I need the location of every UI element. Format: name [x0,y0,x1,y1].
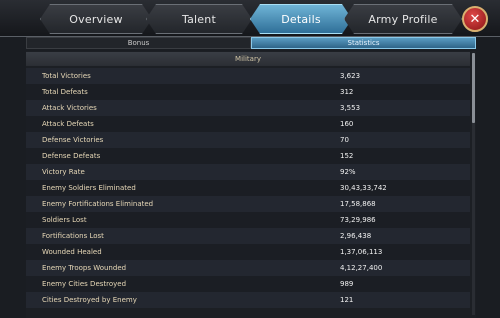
stat-label: Fortifications Lost [42,232,104,240]
section-header-military: Military [26,52,470,66]
stat-label: Attack Defeats [42,120,94,128]
stat-value: 3,553 [340,104,361,112]
stat-label: Enemy Troops Wounded [42,264,127,272]
stat-label: Attack Victories [42,104,97,112]
stat-value: 152 [340,152,354,160]
stat-label: Enemy Fortifications Eliminated [42,200,154,208]
stat-value: 3,623 [340,72,361,80]
corner-ornament [0,0,40,36]
tab-details[interactable]: Details [250,4,352,34]
stat-row: Soldiers Lost 73,29,986 [26,212,470,228]
stat-row: Enemy Fortifications Eliminated 17,58,868 [26,196,470,212]
stat-value: 121 [340,296,354,304]
stat-label: Victory Rate [42,168,85,176]
stat-value: 2,96,438 [340,232,372,240]
stat-row: Fortifications Lost 2,96,438 [26,228,470,244]
stat-value: 160 [340,120,354,128]
stat-value: 989 [340,280,354,288]
stat-row: Enemy Soldiers Eliminated 30,43,33,742 [26,180,470,196]
stat-label: Defense Victories [42,136,104,144]
tab-overview[interactable]: Overview [40,4,152,34]
stat-label: Defense Defeats [42,152,101,160]
stat-row: Enemy Troops Wounded 4,12,27,400 [26,260,470,276]
subtab-statistics[interactable]: Statistics [251,37,476,49]
stat-label: Wounded Healed [42,248,102,256]
stat-row: Defense Victories 70 [26,132,470,148]
scrollbar[interactable] [472,53,475,315]
stat-label: Enemy Soldiers Eliminated [42,184,136,192]
stat-label: Cities Destroyed by Enemy [42,296,137,304]
stat-row: Total Defeats 312 [26,84,470,100]
stat-row: Wounded Healed 1,37,06,113 [26,244,470,260]
stats-list: Total Victories 3,623 Total Defeats 312 At… [26,68,470,308]
stat-label: Total Victories [42,72,91,80]
stat-row: Enemy Cities Destroyed 989 [26,276,470,292]
stat-value: 70 [340,136,349,144]
stat-value: 92% [340,168,356,176]
stat-row: Attack Defeats 160 [26,116,470,132]
statistics-content: Military Total Victories 3,623 Total Defe… [26,51,476,318]
stat-value: 312 [340,88,354,96]
stat-row: Defense Defeats 152 [26,148,470,164]
tab-talent[interactable]: Talent [146,4,252,34]
stat-value: 73,29,986 [340,216,376,224]
sub-tab-bar: Bonus Statistics [26,37,476,49]
stat-row: Attack Victories 3,553 [26,100,470,116]
close-icon: ✕ [469,11,481,27]
stat-label: Soldiers Lost [42,216,87,224]
scrollbar-thumb[interactable] [472,53,475,123]
subtab-bonus[interactable]: Bonus [26,37,251,49]
close-button[interactable]: ✕ [462,6,488,32]
stat-value: 1,37,06,113 [340,248,383,256]
stat-label: Total Defeats [42,88,88,96]
top-tab-bar: Overview Talent Details Army Profile ✕ [0,0,500,37]
player-details-panel: Overview Talent Details Army Profile ✕ B… [0,0,500,318]
stat-value: 17,58,868 [340,200,376,208]
tab-army-profile[interactable]: Army Profile [344,4,462,34]
stat-row: Victory Rate 92% [26,164,470,180]
stat-value: 4,12,27,400 [340,264,383,272]
stat-row: Cities Destroyed by Enemy 121 [26,292,470,308]
stat-value: 30,43,33,742 [340,184,387,192]
stat-label: Enemy Cities Destroyed [42,280,127,288]
stat-row: Total Victories 3,623 [26,68,470,84]
